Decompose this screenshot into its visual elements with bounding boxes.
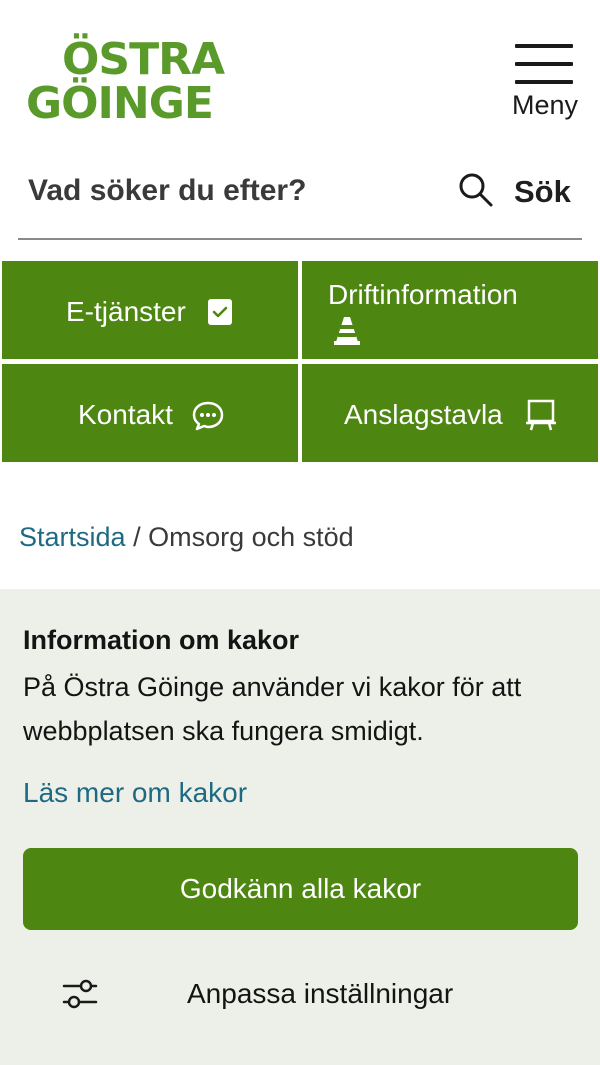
cookie-banner: Information om kakor På Östra Göinge anv… [0, 589, 600, 1065]
quick-link-label: Anslagstavla [344, 399, 503, 430]
quick-link-label: Driftinformation [328, 279, 518, 310]
cookie-banner-text: På Östra Göinge använder vi kakor för at… [23, 672, 522, 746]
breadcrumb-current: Omsorg och stöd [148, 522, 354, 552]
search-bar: Sök [18, 150, 582, 240]
quick-link-contact[interactable]: Kontakt [2, 364, 298, 462]
customize-settings-label: Anpassa inställningar [187, 978, 454, 1009]
quick-link-label: E-tjänster [66, 296, 186, 327]
logo-line-2: GÖINGE [26, 78, 214, 129]
quick-link-operations-info[interactable]: Driftinformation [302, 261, 598, 359]
sliders-icon [62, 979, 98, 1009]
search-icon [459, 173, 493, 207]
cookie-banner-title: Information om kakor [23, 625, 300, 655]
breadcrumb-separator: / [133, 522, 141, 552]
quick-link-e-services[interactable]: E-tjänster [2, 261, 298, 359]
search-input[interactable] [28, 168, 448, 214]
quick-link-label: Kontakt [78, 399, 173, 430]
checkbox-icon [208, 299, 232, 325]
notice-board-icon [526, 399, 556, 431]
cookie-read-more-link[interactable]: Läs mer om kakor [23, 777, 247, 809]
menu-button[interactable]: Meny [502, 44, 588, 124]
traffic-cone-icon [334, 317, 360, 345]
accept-all-cookies-button[interactable]: Godkänn alla kakor [23, 848, 578, 930]
customize-settings-button[interactable]: Anpassa inställningar [60, 967, 500, 1023]
chat-bubble-icon [192, 401, 224, 431]
logo-line-1: ÖSTRA [62, 34, 225, 85]
menu-label: Meny [511, 90, 579, 120]
site-header: ÖSTRA GÖINGE Meny [0, 0, 600, 150]
site-logo[interactable]: ÖSTRA GÖINGE [26, 36, 226, 132]
breadcrumb-home-link[interactable]: Startsida [19, 522, 126, 552]
search-button-label: Sök [514, 174, 571, 209]
search-button[interactable]: Sök [458, 168, 582, 216]
breadcrumb: Startsida / Omsorg och stöd [19, 522, 354, 553]
quick-link-notice-board[interactable]: Anslagstavla [302, 364, 598, 462]
